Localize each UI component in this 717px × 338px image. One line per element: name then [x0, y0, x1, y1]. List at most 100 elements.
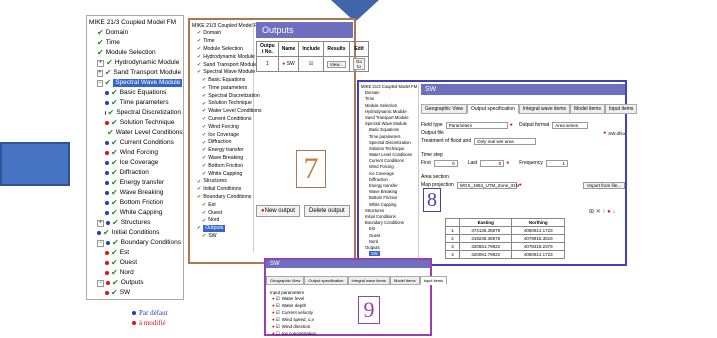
delete-output-button[interactable]: Delete output	[303, 205, 350, 217]
tree-item[interactable]: ✔ Bottom Friction	[89, 198, 181, 208]
tree-item[interactable]: SW	[361, 251, 418, 257]
tree-item[interactable]: ✔ Hydrodynamic Module	[192, 53, 255, 61]
tree-item[interactable]: ✔ Est	[192, 201, 253, 209]
tree-item[interactable]: ✔ Energy transfer	[89, 178, 181, 188]
add-row-icon[interactable]: ⊞	[589, 209, 594, 215]
tree-item[interactable]: ✔ Initial Conditions	[192, 186, 253, 194]
coord-cell[interactable]: 4	[445, 250, 460, 259]
map-projection-select[interactable]: WGS_1984_UTM_Zone_31N	[456, 181, 519, 189]
tree-item[interactable]: ✔ Diffraction	[89, 168, 181, 178]
checkbox[interactable]: ☑	[276, 324, 280, 330]
checkbox[interactable]: ☑	[276, 317, 280, 323]
tree-item[interactable]: ✔ White Capping	[192, 170, 253, 178]
tree-item[interactable]: ✔ Ice Coverage	[89, 158, 181, 168]
move-up-icon[interactable]: ↑	[602, 209, 605, 215]
tree-item[interactable]: ✔ Nord	[192, 217, 253, 225]
coord-cell[interactable]: 319245.36975	[458, 234, 513, 243]
tree-item[interactable]: ✔ Structures	[192, 178, 253, 186]
tree-item[interactable]: ✔ Time	[192, 38, 253, 46]
frequency-input[interactable]: 1	[545, 159, 568, 167]
coord-cell[interactable]: 374135.35979	[458, 226, 513, 235]
tree-item[interactable]: + ✔ Hydrodynamic Module	[89, 58, 181, 68]
coord-cell[interactable]: 4078315.2379	[511, 242, 565, 251]
tree-item[interactable]: + ✔ Structures	[89, 218, 181, 228]
include-checkbox[interactable]: ☑	[298, 56, 324, 72]
tree-item[interactable]: ✔ Solution Technique	[192, 100, 253, 108]
tree-item[interactable]: ✔ Bottom Friction	[192, 162, 253, 170]
coord-cell[interactable]: 3	[445, 242, 460, 251]
tab[interactable]: Input items	[419, 276, 448, 285]
tree-item[interactable]: ✔ Spectral Wave Module	[192, 69, 255, 77]
tree-item[interactable]: ✔ Nord	[89, 268, 181, 278]
expand-icon[interactable]: +	[97, 219, 104, 227]
tree-item[interactable]: ✔ Est	[89, 248, 181, 258]
delete-row-icon[interactable]: ✕	[596, 209, 601, 215]
tree-item[interactable]: ✔ SW	[192, 233, 253, 241]
tree-item[interactable]: ✔ Initial Conditions	[89, 228, 181, 238]
table-row[interactable]: 3 320551.79922 4078315.2379	[445, 242, 565, 251]
tree-item[interactable]: + ✔ Sand Transport Module	[89, 68, 181, 78]
tree-item[interactable]: ✔ Spectral Discretization	[89, 108, 181, 118]
tree-item[interactable]: ✔ Solution Technique	[89, 118, 181, 128]
tree-item[interactable]: ✔ Ouest	[89, 258, 181, 268]
field-type-select[interactable]: Parameters	[445, 121, 508, 129]
coord-cell[interactable]: 320551.79922	[458, 242, 513, 251]
coord-cell[interactable]: 2	[445, 234, 460, 243]
tab[interactable]: Integral wave items	[347, 276, 390, 285]
tree-item[interactable]: ✔ SW	[89, 288, 181, 298]
import-from-file-button[interactable]: Import from file...	[583, 181, 625, 189]
tree-item[interactable]: ✔ Energy transfer	[192, 147, 253, 155]
expand-icon[interactable]: +	[97, 69, 103, 77]
coord-cell[interactable]: 4080614.1723	[511, 226, 565, 235]
tree-item[interactable]: ✔ Module Selection	[89, 48, 181, 58]
tree-item[interactable]: ✔ Current Conditions	[89, 138, 181, 148]
table-row[interactable]: 1 374135.35979 4080614.1723	[445, 226, 565, 235]
tree-item[interactable]: ✔ Diffraction	[192, 139, 253, 147]
tree-item[interactable]: ✔ Wave Breaking	[89, 188, 181, 198]
goto-button[interactable]: Go to	[349, 56, 370, 72]
tree-item[interactable]: ✔ Wind Forcing	[89, 148, 181, 158]
tree-item[interactable]: ✔ Time parameters	[192, 84, 253, 92]
output-format-select[interactable]: Area series	[552, 121, 589, 129]
tree-item[interactable]: − ✔ Outputs	[89, 278, 181, 288]
checkbox[interactable]: ☑	[276, 303, 280, 309]
first-input[interactable]: 0	[433, 159, 458, 167]
tab[interactable]: Model items	[390, 276, 420, 285]
tree-item[interactable]: ✔ Spectral Discretization	[192, 92, 260, 100]
table-row[interactable]: 2 319245.36975 4078915.3019	[445, 234, 565, 243]
tree-item[interactable]: ✔ Basic Equations	[192, 77, 253, 85]
table-row[interactable]: 4 320061.79922 4080614.1723	[445, 250, 565, 259]
tab[interactable]: Output specification	[304, 276, 348, 285]
treatment-select[interactable]: Only real wet area	[474, 137, 537, 145]
tree-item[interactable]: ✔ Wave Breaking	[192, 155, 253, 163]
tree-item[interactable]: ✔ Boundary Conditions	[192, 194, 253, 202]
tree-item[interactable]: ✔ Outputs	[192, 225, 253, 233]
last-input[interactable]: 0	[480, 159, 505, 167]
expand-icon[interactable]: +	[97, 59, 104, 67]
tree-item[interactable]: ✔ Water Level Conditions	[89, 128, 183, 138]
tree-item[interactable]: ✔ Sand Transport Module	[192, 61, 257, 69]
table-row[interactable]: 1 ● SW ☑ View... Go to	[256, 56, 370, 72]
tree-item[interactable]: − ✔ Spectral Wave Module	[89, 78, 183, 88]
tree-item[interactable]: ✔ Ice Coverage	[192, 131, 253, 139]
tree-item[interactable]: ✔ Domain	[192, 30, 253, 38]
tree-item[interactable]: ✔ Ouest	[192, 209, 253, 217]
tree-item[interactable]: − ✔ Boundary Conditions	[89, 238, 181, 248]
tree-item[interactable]: ✔ Time	[89, 38, 181, 48]
move-down-icon[interactable]: ↓	[612, 209, 615, 215]
tree-item[interactable]: ✔ Water Level Conditions	[192, 108, 262, 116]
tree-item[interactable]: ✔ White Capping	[89, 208, 181, 218]
coord-cell[interactable]: 1	[445, 226, 460, 235]
tab[interactable]: Model items	[570, 104, 605, 114]
coord-cell[interactable]: 4078915.3019	[511, 234, 565, 243]
collapse-icon[interactable]: −	[97, 79, 103, 87]
checkbox[interactable]: ☑	[276, 310, 280, 316]
tree-item[interactable]: ✔ Domain	[89, 28, 181, 38]
new-output-button[interactable]: ●New output	[256, 205, 300, 217]
checkbox[interactable]: ☐	[276, 331, 280, 337]
tab[interactable]: Geographic View	[266, 276, 305, 285]
tree-item[interactable]: ✔ Basic Equations	[89, 88, 181, 98]
coord-cell[interactable]: 4080614.1723	[511, 250, 565, 259]
tree-item[interactable]: ✔ Time parameters	[89, 98, 181, 108]
tree-item[interactable]: ✔ Module Selection	[192, 45, 253, 53]
